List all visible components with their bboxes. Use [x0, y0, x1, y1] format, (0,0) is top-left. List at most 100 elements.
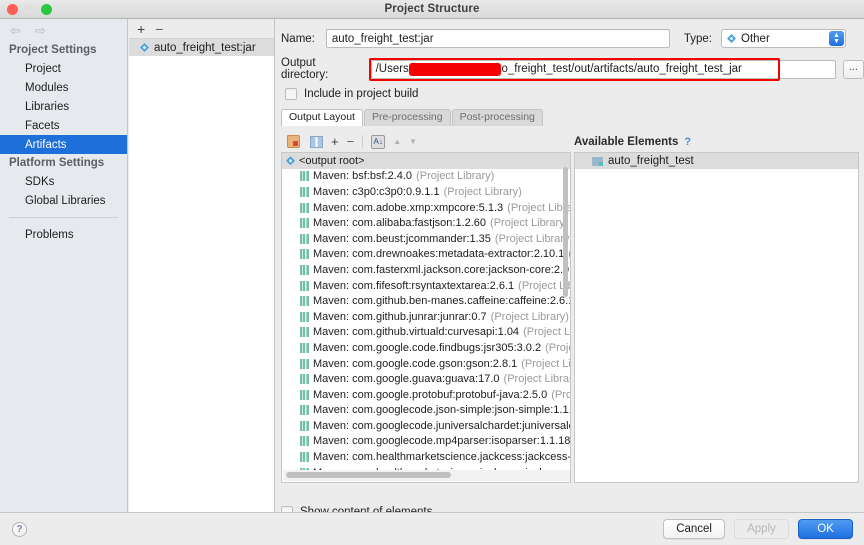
- tree-row-name: Maven: com.beust:jcommander:1.35: [313, 232, 491, 245]
- sidebar-item-modules[interactable]: Modules: [0, 78, 127, 97]
- artifacts-toolbar: + −: [129, 19, 274, 39]
- type-select[interactable]: Other ▲ ▼: [721, 29, 847, 48]
- output-root-label: <output root>: [299, 154, 365, 167]
- tree-row[interactable]: Maven: c3p0:c3p0:0.9.1.1 (Project Library…: [282, 184, 570, 200]
- tree-row-name: Maven: com.healthmarketscience.jackcess:…: [313, 451, 570, 464]
- tree-row[interactable]: Maven: com.fifesoft:rsyntaxtextarea:2.6.…: [282, 278, 570, 294]
- sort-icon[interactable]: A↓: [371, 134, 386, 149]
- sidebar-item-libraries[interactable]: Libraries: [0, 97, 127, 116]
- sidebar-divider: [9, 217, 118, 218]
- artifacts-list-panel: + − auto_freight_test:jar: [129, 19, 275, 512]
- add-library-icon[interactable]: [310, 135, 323, 148]
- tree-vertical-scrollbar[interactable]: [563, 167, 568, 297]
- tree-row[interactable]: Maven: com.adobe.xmp:xmpcore:5.1.3 (Proje…: [282, 200, 570, 216]
- tree-horizontal-scrollbar-track[interactable]: [283, 470, 570, 481]
- sidebar-group-project-settings: Project Settings: [9, 44, 97, 56]
- zoom-window-button[interactable]: [41, 4, 52, 15]
- available-elements-title: Available Elements: [574, 135, 679, 148]
- tree-row[interactable]: Maven: com.google.guava:guava:17.0 (Proje…: [282, 371, 570, 387]
- sidebar-item-sdks[interactable]: SDKs: [0, 172, 127, 191]
- cancel-button[interactable]: Cancel: [663, 519, 725, 539]
- help-button[interactable]: ?: [12, 521, 27, 537]
- add-directory-icon[interactable]: [287, 135, 300, 148]
- library-icon: [300, 171, 309, 182]
- sidebar-item-artifacts[interactable]: Artifacts: [0, 135, 127, 154]
- sidebar-item-problems[interactable]: Problems: [0, 225, 127, 244]
- include-in-project-build-row[interactable]: Include in project build: [276, 88, 864, 100]
- output-tree[interactable]: <output root> Maven: bsf:bsf:2.4.0 (Proje…: [281, 152, 571, 483]
- sidebar-item-project[interactable]: Project: [0, 59, 127, 78]
- name-input[interactable]: auto_freight_test:jar: [325, 29, 670, 48]
- remove-artifact-button[interactable]: −: [155, 22, 163, 36]
- type-selected-value: Other: [741, 32, 770, 45]
- library-icon: [300, 186, 309, 197]
- tree-row[interactable]: Maven: com.google.code.findbugs:jsr305:3…: [282, 340, 570, 356]
- back-arrow-icon[interactable]: ⇦: [10, 24, 21, 37]
- tree-row[interactable]: Maven: com.fasterxml.jackson.core:jackso…: [282, 262, 570, 278]
- dialog-actions: Cancel Apply OK: [663, 519, 853, 539]
- tree-row-meta: (Project Library): [523, 326, 570, 339]
- tree-row-name: Maven: com.google.protobuf:protobuf-java…: [313, 388, 548, 401]
- artifact-list-item[interactable]: auto_freight_test:jar: [129, 39, 274, 56]
- include-in-project-build-checkbox[interactable]: [285, 88, 297, 100]
- tab-pre-processing[interactable]: Pre-processing: [363, 109, 451, 126]
- tree-row-meta: (Project Library): [416, 170, 495, 183]
- available-elements-panel: Available Elements ? auto_freight_test: [574, 131, 859, 494]
- tree-row[interactable]: Maven: com.healthmarketscience.jackcess:…: [282, 449, 570, 465]
- remove-element-icon[interactable]: −: [347, 135, 355, 148]
- output-directory-wrapper: /Users/ /IdeaProjects/auto_freight_test/…: [368, 57, 836, 81]
- tree-row[interactable]: Maven: com.google.protobuf:protobuf-java…: [282, 387, 570, 403]
- tree-row-name: Maven: com.fasterxml.jackson.core:jackso…: [313, 263, 570, 276]
- library-icon: [300, 389, 309, 400]
- name-label: Name:: [281, 32, 315, 45]
- apply-button[interactable]: Apply: [734, 519, 789, 539]
- available-elements-list[interactable]: auto_freight_test: [574, 152, 859, 483]
- library-icon: [300, 280, 309, 291]
- available-element-item[interactable]: auto_freight_test: [575, 153, 858, 169]
- tree-row[interactable]: Maven: bsf:bsf:2.4.0 (Project Library): [282, 169, 570, 185]
- library-icon: [300, 358, 309, 369]
- output-tree-toolbar: + − A↓ ▲ ▼: [281, 131, 571, 152]
- tree-row[interactable]: Maven: com.googlecode.juniversalchardet:…: [282, 418, 570, 434]
- tree-row[interactable]: Maven: com.github.junrar:junrar:0.7 (Proj…: [282, 309, 570, 325]
- help-icon[interactable]: ?: [684, 136, 691, 148]
- library-icon: [300, 264, 309, 275]
- tree-row[interactable]: Maven: com.alibaba:fastjson:1.2.60 (Proje…: [282, 215, 570, 231]
- tree-row-meta: (Project Library): [545, 341, 570, 354]
- tree-row-meta: (Project Library): [568, 248, 570, 260]
- ok-button[interactable]: OK: [798, 519, 853, 539]
- library-icon: [300, 311, 309, 322]
- tree-row[interactable]: Maven: com.googlecode.mp4parser:isoparse…: [282, 434, 570, 450]
- tree-row-meta: (Project Library): [490, 217, 569, 230]
- available-element-label: auto_freight_test: [608, 155, 694, 167]
- tree-row[interactable]: Maven: com.beust:jcommander:1.35 (Project…: [282, 231, 570, 247]
- tree-row[interactable]: Maven: com.googlecode.json-simple:json-s…: [282, 403, 570, 419]
- move-up-icon[interactable]: ▲: [393, 137, 401, 146]
- tree-row[interactable]: Maven: com.google.code.gson:gson:2.8.1 (P…: [282, 356, 570, 372]
- forward-arrow-icon[interactable]: ⇨: [35, 24, 46, 37]
- tree-row[interactable]: Maven: com.github.ben-manes.caffeine:caf…: [282, 293, 570, 309]
- chevron-updown-icon[interactable]: ▲ ▼: [829, 31, 845, 46]
- tab-output-layout[interactable]: Output Layout: [281, 109, 363, 126]
- library-icon: [300, 249, 309, 260]
- add-artifact-button[interactable]: +: [137, 22, 145, 36]
- tree-row-name: Maven: com.googlecode.juniversalchardet:…: [313, 419, 570, 432]
- name-row: Name: auto_freight_test:jar Type: Other …: [276, 28, 864, 49]
- browse-output-directory-button[interactable]: ...: [842, 59, 864, 79]
- tree-row[interactable]: Maven: com.github.virtuald:curvesapi:1.0…: [282, 325, 570, 341]
- minimize-window-button[interactable]: [24, 4, 35, 15]
- move-down-icon[interactable]: ▼: [409, 137, 417, 146]
- redaction-overlay: [408, 62, 501, 76]
- sidebar-item-facets[interactable]: Facets: [0, 116, 127, 135]
- tree-row[interactable]: Maven: com.drewnoakes:metadata-extractor…: [282, 247, 570, 263]
- module-icon: [592, 156, 603, 166]
- tree-row-name: Maven: com.adobe.xmp:xmpcore:5.1.3: [313, 201, 504, 214]
- tree-row-name: Maven: com.alibaba:fastjson:1.2.60: [313, 217, 487, 230]
- sidebar-item-global-libraries[interactable]: Global Libraries: [0, 191, 127, 210]
- tree-row-output-root[interactable]: <output root>: [282, 153, 570, 169]
- library-icon: [300, 296, 309, 307]
- tree-horizontal-scrollbar[interactable]: [286, 472, 451, 478]
- add-element-icon[interactable]: +: [331, 135, 339, 148]
- close-window-button[interactable]: [7, 4, 18, 15]
- tab-post-processing[interactable]: Post-processing: [451, 109, 543, 126]
